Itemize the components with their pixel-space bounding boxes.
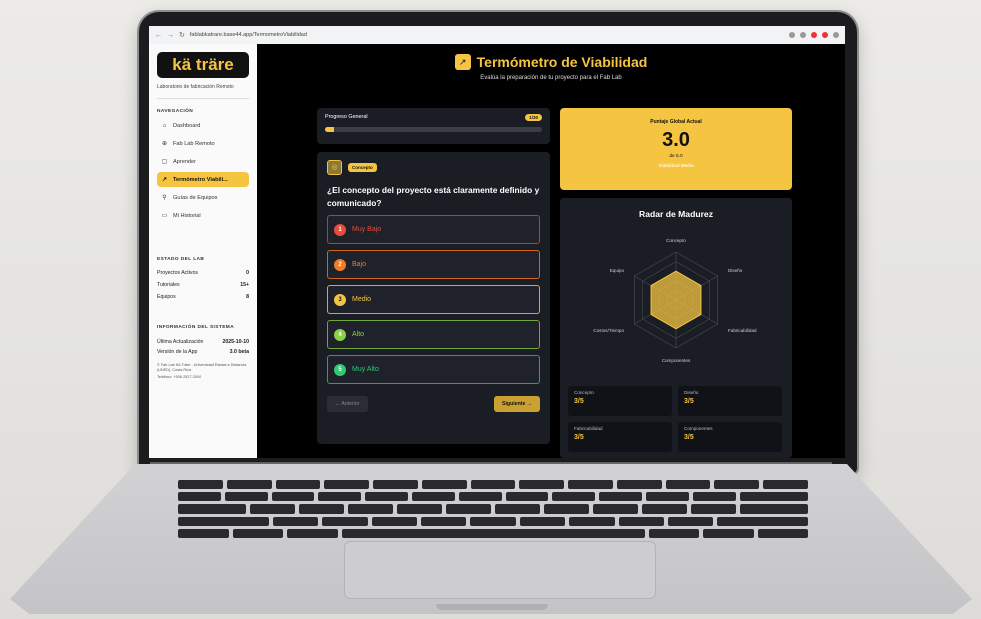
laptop-keyboard bbox=[168, 478, 818, 540]
option-label: Bajo bbox=[352, 261, 367, 269]
radar-axis-label: Componentes bbox=[662, 358, 691, 363]
global-score-card: Puntaje Global Actual 3.0 de 5.0 Viabili… bbox=[560, 108, 792, 190]
option-number: 2 bbox=[334, 258, 346, 271]
progress-fill bbox=[325, 127, 334, 132]
option-label: Medio bbox=[352, 296, 372, 304]
nav-section-title: NAVEGACIÓN bbox=[157, 109, 194, 114]
radar-chart: Concepto Diseño Fabricabilidad Componentes C… bbox=[593, 238, 757, 363]
radar-card: Radar de Madurez Concepto Diseño Fabricabi… bbox=[560, 198, 792, 458]
score-max: de 5.0 bbox=[669, 154, 683, 159]
option-label: Muy Alto bbox=[352, 366, 379, 374]
home-icon: ⌂ bbox=[162, 123, 167, 129]
next-button[interactable]: Siguiente → bbox=[494, 396, 540, 413]
sidebar-item-termometro[interactable]: ↗ Termómetro Viabili... bbox=[157, 172, 249, 187]
trending-up-icon: ↗ bbox=[454, 54, 471, 70]
app-logo[interactable]: kä träre bbox=[157, 52, 249, 78]
radar-axis-label: Equipo bbox=[610, 268, 625, 273]
option-number: 4 bbox=[334, 328, 346, 341]
laptop-screen: ← → ↻ fablabkatrare.base44.app/Termometr… bbox=[149, 26, 845, 458]
logo-subtitle: Laboratorio de fabricación Remoto bbox=[157, 84, 249, 99]
radar-series-area bbox=[650, 270, 702, 330]
lab-section-title: ESTADO DEL LAB bbox=[157, 257, 205, 262]
score-label: Puntaje Global Actual bbox=[650, 119, 702, 125]
question-card: ◎ Concepto ¿El concepto del proyecto est… bbox=[317, 152, 550, 444]
extension-red-icon[interactable] bbox=[811, 32, 817, 38]
progress-label: Progreso General bbox=[325, 114, 368, 120]
question-text: ¿El concepto del proyecto está clarament… bbox=[327, 185, 540, 208]
metric-fabricabilidad: Fabricabilidad 3/5 bbox=[568, 422, 672, 452]
option-number: 3 bbox=[334, 293, 346, 306]
browser-toolbar: ← → ↻ fablabkatrare.base44.app/Termometr… bbox=[149, 26, 845, 44]
footer-phone: Teléfono: +506 2527-2000 bbox=[157, 375, 202, 380]
extension-icon[interactable] bbox=[789, 32, 795, 38]
progress-count-badge: 1/30 bbox=[525, 114, 542, 121]
sidebar-item-historial[interactable]: ▭ Mi Historial bbox=[157, 208, 249, 223]
footer-credits: © Fab Lab Kä Träre - Universidad Estatal… bbox=[157, 362, 247, 373]
sidebar-item-fab-lab-remoto[interactable]: ⊕ Fab Lab Remoto bbox=[157, 136, 249, 151]
trending-up-icon: ↗ bbox=[161, 177, 168, 183]
folder-icon: ▭ bbox=[161, 213, 168, 219]
option-muy-alto[interactable]: 5 Muy Alto bbox=[327, 355, 540, 385]
reload-icon[interactable]: ↻ bbox=[179, 31, 185, 39]
wrench-icon: ⚲ bbox=[162, 195, 167, 201]
last-update-row: Última Actualización 2025-10-10 bbox=[157, 338, 249, 345]
sidebar-item-label: Guías de Equipos bbox=[173, 194, 218, 201]
option-label: Muy Bajo bbox=[352, 226, 382, 234]
metric-componentes: Componentes 3/5 bbox=[678, 422, 782, 452]
stat-equipos: Equipos 8 bbox=[157, 294, 249, 300]
page-header: ↗ Termómetro de Viabilidad bbox=[257, 54, 845, 70]
book-icon: ▢ bbox=[161, 159, 168, 165]
extension-red-icon-2[interactable] bbox=[822, 32, 828, 38]
sidebar-item-aprender[interactable]: ▢ Aprender bbox=[157, 154, 249, 169]
sidebar-item-label: Aprender bbox=[173, 158, 197, 165]
progress-card: Progreso General 1/30 bbox=[317, 108, 550, 144]
address-bar[interactable]: fablabkatrare.base44.app/TermometroViabi… bbox=[190, 32, 784, 38]
score-status: Viabilidad Media bbox=[658, 163, 694, 168]
sidebar-item-label: Fab Lab Remoto bbox=[173, 140, 215, 147]
page-title: Termómetro de Viabilidad bbox=[476, 54, 648, 70]
option-number: 1 bbox=[334, 223, 346, 236]
bookmark-icon[interactable] bbox=[800, 32, 806, 38]
stat-proyectos: Proyectos Activos 0 bbox=[157, 270, 249, 276]
score-value: 3.0 bbox=[662, 129, 690, 151]
question-category-badge: Concepto bbox=[348, 163, 377, 172]
target-icon: ◎ bbox=[327, 160, 342, 175]
radar-axis-label: Diseño bbox=[728, 268, 743, 273]
sidebar: kä träre Laboratorio de fabricación Remo… bbox=[149, 44, 257, 458]
sidebar-item-label: Dashboard bbox=[173, 123, 201, 129]
radar-axis-label: Fabricabilidad bbox=[728, 328, 757, 333]
app-layout: kä träre Laboratorio de fabricación Remo… bbox=[149, 44, 845, 458]
option-number: 5 bbox=[334, 363, 346, 376]
globe-icon: ⊕ bbox=[161, 141, 168, 147]
option-medio[interactable]: 3 Medio bbox=[327, 285, 540, 315]
forward-icon[interactable]: → bbox=[167, 32, 174, 39]
laptop-trackpad bbox=[344, 541, 656, 599]
stat-tutoriales: Tutoriales 15+ bbox=[157, 282, 249, 288]
option-alto[interactable]: 4 Alto bbox=[327, 320, 540, 350]
main-content: ↗ Termómetro de Viabilidad Evalúa la pre… bbox=[257, 44, 845, 458]
sidebar-item-dashboard[interactable]: ⌂ Dashboard bbox=[157, 119, 249, 133]
laptop-lip bbox=[436, 604, 548, 610]
radar-axis-label: Concepto bbox=[666, 238, 686, 243]
progress-bar bbox=[325, 127, 542, 132]
sidebar-item-guias[interactable]: ⚲ Guías de Equipos bbox=[157, 190, 249, 205]
version-row: Versión de la App 3.0 beta bbox=[157, 348, 249, 355]
option-muy-bajo[interactable]: 1 Muy Bajo bbox=[327, 215, 540, 245]
previous-button[interactable]: ← Anterior bbox=[327, 396, 368, 413]
metric-diseno: Diseño 3/5 bbox=[678, 386, 782, 416]
radar-title: Radar de Madurez bbox=[638, 209, 714, 219]
back-icon[interactable]: ← bbox=[155, 32, 162, 39]
option-bajo[interactable]: 2 Bajo bbox=[327, 250, 540, 280]
sidebar-item-label: Mi Historial bbox=[173, 212, 201, 219]
radar-axis-label: Costos/Tiempo bbox=[593, 328, 624, 333]
info-section-title: INFORMACIÓN DEL SISTEMA bbox=[157, 325, 235, 330]
metric-concepto: Concepto 3/5 bbox=[568, 386, 672, 416]
page-subtitle: Evalúa la preparación de tu proyecto par… bbox=[480, 75, 622, 81]
profile-avatar-icon[interactable] bbox=[833, 32, 839, 38]
sidebar-item-label: Termómetro Viabili... bbox=[173, 176, 228, 183]
option-label: Alto bbox=[352, 331, 365, 339]
